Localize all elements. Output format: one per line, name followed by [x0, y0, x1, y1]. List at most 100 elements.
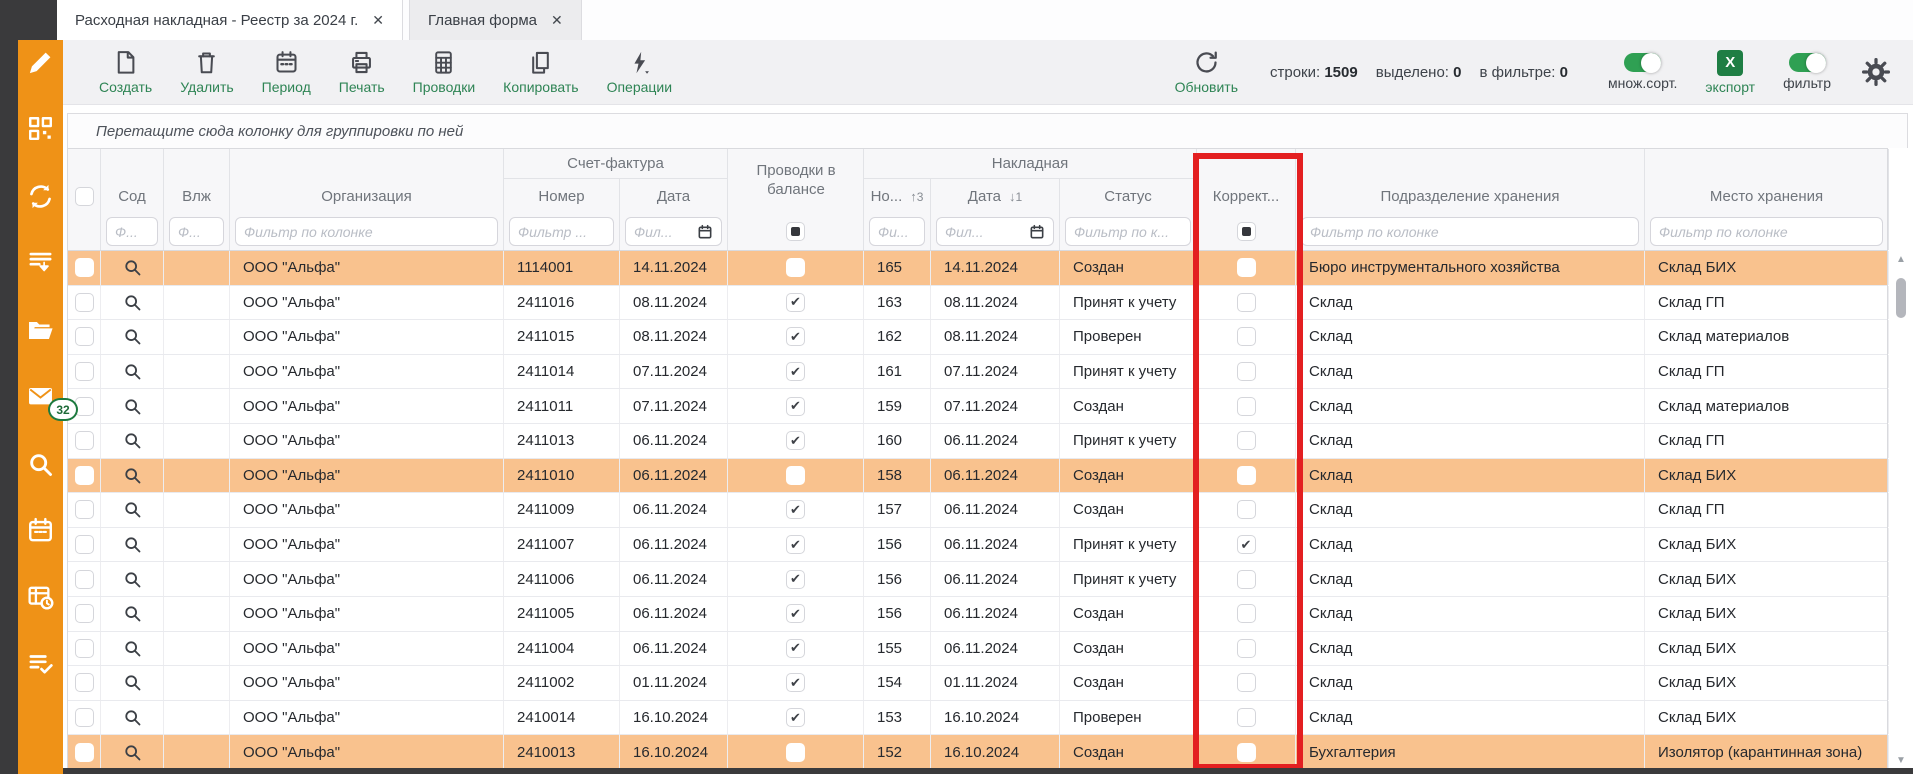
correct-checkbox[interactable] — [1237, 397, 1256, 416]
table-row[interactable]: ООО "Альфа"241100201.11.202415401.11.202… — [68, 666, 1887, 701]
magnifier-icon[interactable] — [122, 638, 143, 659]
table-row[interactable]: ООО "Альфа"241101407.11.202416107.11.202… — [68, 355, 1887, 390]
correct-checkbox[interactable] — [1237, 431, 1256, 450]
table-row[interactable]: ООО "Альфа"241100706.11.202415606.11.202… — [68, 528, 1887, 563]
row-select-checkbox[interactable] — [75, 362, 94, 381]
correct-checkbox[interactable] — [1237, 570, 1256, 589]
row-select-checkbox[interactable] — [75, 570, 94, 589]
table-row[interactable]: ООО "Альфа"241101107.11.202415907.11.202… — [68, 389, 1887, 424]
column-header-balance[interactable]: Проводки в балансе — [728, 149, 864, 213]
sidebar-report-clock-icon[interactable] — [26, 583, 55, 612]
correct-checkbox[interactable] — [1237, 673, 1256, 692]
sidebar-search-icon[interactable] — [26, 450, 55, 479]
filter-input-sf_num[interactable]: Фильтр ... — [509, 217, 614, 246]
period-button[interactable]: Период — [248, 45, 325, 99]
sidebar-pencil-icon[interactable] — [26, 48, 55, 77]
row-select-checkbox[interactable] — [75, 466, 94, 485]
column-header-n_date[interactable]: Дата↓1 — [931, 179, 1060, 213]
balance-checkbox[interactable] — [786, 535, 805, 554]
balance-checkbox[interactable] — [786, 743, 805, 762]
correct-checkbox[interactable] — [1237, 500, 1256, 519]
select-all-checkbox[interactable] — [75, 187, 94, 206]
balance-checkbox[interactable] — [786, 500, 805, 519]
correct-checkbox[interactable] — [1237, 293, 1256, 312]
balance-checkbox[interactable] — [786, 258, 805, 277]
magnifier-icon[interactable] — [122, 257, 143, 278]
row-select-checkbox[interactable] — [75, 293, 94, 312]
tab-registry[interactable]: Расходная накладная - Реестр за 2024 г. … — [57, 0, 403, 40]
table-row[interactable]: ООО "Альфа"241101006.11.202415806.11.202… — [68, 459, 1887, 494]
magnifier-icon[interactable] — [122, 742, 143, 763]
export-button[interactable]: X экспорт — [1691, 46, 1769, 99]
magnifier-icon[interactable] — [122, 672, 143, 693]
column-header-select[interactable] — [68, 179, 101, 213]
balance-checkbox[interactable] — [786, 362, 805, 381]
magnifier-icon[interactable] — [122, 465, 143, 486]
gear-icon[interactable] — [1861, 57, 1891, 87]
filter-checkbox-balance[interactable] — [786, 222, 805, 241]
sidebar-calendar-icon[interactable] — [26, 516, 55, 545]
magnifier-icon[interactable] — [122, 292, 143, 313]
balance-checkbox[interactable] — [786, 673, 805, 692]
row-select-checkbox[interactable] — [75, 604, 94, 623]
vertical-scrollbar[interactable]: ▲ ▼ — [1893, 252, 1909, 768]
table-row[interactable]: ООО "Альфа"241101306.11.202416006.11.202… — [68, 424, 1887, 459]
correct-checkbox[interactable] — [1237, 743, 1256, 762]
filter-input-org[interactable]: Фильтр по колонке — [235, 217, 498, 246]
table-row[interactable]: ООО "Альфа"241001416.10.202415316.10.202… — [68, 701, 1887, 736]
balance-checkbox[interactable] — [786, 293, 805, 312]
correct-checkbox[interactable] — [1237, 708, 1256, 727]
magnifier-icon[interactable] — [122, 430, 143, 451]
column-header-sf_num[interactable]: Номер — [504, 179, 620, 213]
row-select-checkbox[interactable] — [75, 431, 94, 450]
sidebar-mail-icon[interactable]: 32 — [26, 382, 55, 411]
balance-checkbox[interactable] — [786, 397, 805, 416]
filter-input-place[interactable]: Фильтр по колонке — [1650, 217, 1883, 246]
table-row[interactable]: ООО "Альфа"241100506.11.202415606.11.202… — [68, 597, 1887, 632]
column-header-org[interactable]: Организация — [230, 179, 504, 213]
filter-toggle[interactable]: фильтр — [1769, 49, 1845, 95]
calendar-icon[interactable] — [697, 224, 713, 240]
sidebar-sync-icon[interactable] — [26, 182, 55, 211]
filter-input-n_num[interactable]: Фи... — [869, 217, 925, 246]
balance-checkbox[interactable] — [786, 327, 805, 346]
filter-input-sf_date[interactable]: Фил... — [625, 217, 722, 246]
magnifier-icon[interactable] — [122, 396, 143, 417]
toggle-on-icon[interactable] — [1624, 53, 1661, 72]
print-button[interactable]: Печать — [325, 45, 399, 99]
close-icon[interactable]: ✕ — [551, 12, 563, 29]
table-row[interactable]: ООО "Альфа"241001316.10.202415216.10.202… — [68, 735, 1887, 770]
correct-checkbox[interactable] — [1237, 466, 1256, 485]
excel-icon[interactable]: X — [1717, 50, 1743, 76]
magnifier-icon[interactable] — [122, 361, 143, 382]
column-header-place[interactable]: Место хранения — [1645, 179, 1889, 213]
scroll-down-icon[interactable]: ▼ — [1893, 755, 1909, 766]
balance-checkbox[interactable] — [786, 639, 805, 658]
correct-checkbox[interactable] — [1237, 604, 1256, 623]
create-button[interactable]: Создать — [85, 45, 166, 99]
correct-checkbox[interactable] — [1237, 535, 1256, 554]
magnifier-icon[interactable] — [122, 707, 143, 728]
column-header-dept[interactable]: Подразделение хранения — [1296, 179, 1645, 213]
balance-checkbox[interactable] — [786, 431, 805, 450]
column-header-sf_date[interactable]: Дата — [620, 179, 728, 213]
column-header-status[interactable]: Статус — [1060, 179, 1197, 213]
sidebar-qr-code-icon[interactable] — [26, 114, 55, 143]
balance-checkbox[interactable] — [786, 604, 805, 623]
row-select-checkbox[interactable] — [75, 639, 94, 658]
correct-checkbox[interactable] — [1237, 639, 1256, 658]
copy-button[interactable]: Копировать — [489, 45, 592, 99]
operations-button[interactable]: Операции — [593, 45, 687, 99]
tab-main-form[interactable]: Главная форма ✕ — [409, 0, 582, 40]
table-row[interactable]: ООО "Альфа"241100606.11.202415606.11.202… — [68, 562, 1887, 597]
postings-button[interactable]: Проводки — [399, 45, 490, 99]
balance-checkbox[interactable] — [786, 466, 805, 485]
table-row[interactable]: ООО "Альфа"241101608.11.202416308.11.202… — [68, 286, 1887, 321]
column-header-sod[interactable]: Сод — [101, 179, 164, 213]
magnifier-icon[interactable] — [122, 603, 143, 624]
filter-input-vlj[interactable]: Ф... — [169, 217, 224, 246]
row-select-checkbox[interactable] — [75, 743, 94, 762]
balance-checkbox[interactable] — [786, 708, 805, 727]
row-select-checkbox[interactable] — [75, 708, 94, 727]
toggle-on-icon[interactable] — [1789, 53, 1826, 72]
